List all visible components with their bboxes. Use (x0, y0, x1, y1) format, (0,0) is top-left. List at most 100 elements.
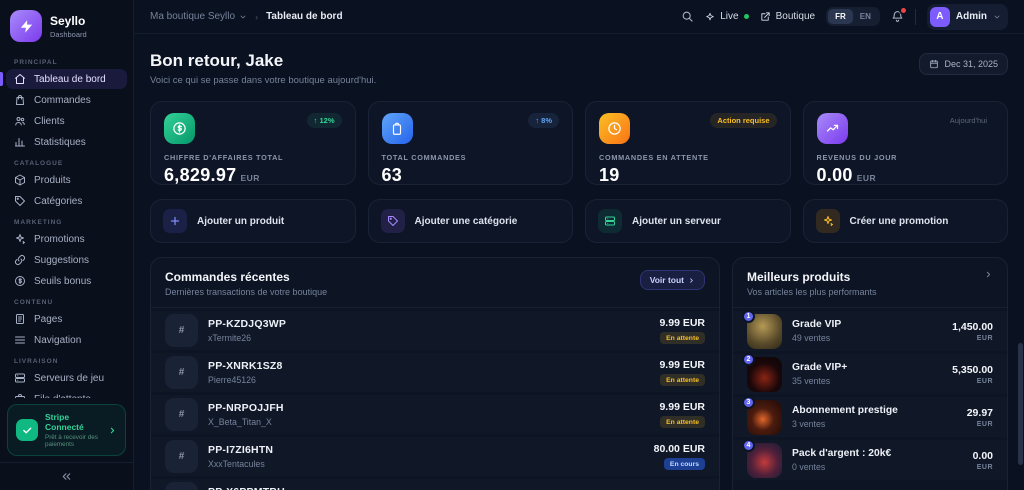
hash-icon: # (165, 314, 198, 347)
calendar-icon (930, 59, 939, 69)
section-label: PRINCIPAL (14, 59, 58, 66)
sidebar-item-label: Clients (34, 115, 65, 127)
sidebar-item-statistiques[interactable]: Statistiques (6, 132, 127, 152)
order-id: PP-X6PPMTBU (208, 486, 285, 490)
stat-label: TOTAL COMMANDES (381, 153, 467, 162)
order-row[interactable]: # PP-KZDJQ3WP xTermite26 9.99 EUR En att… (151, 311, 719, 350)
order-amount: 9.99 EUR (659, 317, 705, 329)
main-area: Ma boutique Seyllo › Tableau de bord Liv… (134, 0, 1024, 490)
product-amount: 0.00 (972, 449, 993, 462)
check-icon (16, 419, 38, 441)
briefcase-icon (15, 394, 25, 398)
chevron-right-icon (690, 277, 693, 283)
order-id: PP-XNRK1SZ8 (208, 360, 283, 372)
stripe-subtitle: Prêt à recevoir des paiements (45, 434, 98, 448)
product-item[interactable]: 2 Grade VIP+ 35 ventes 5,350.00 EUR (733, 352, 1007, 394)
hash-icon: # (165, 440, 198, 473)
sidebar-item-navigation[interactable]: Navigation (6, 330, 127, 350)
product-sales: 0 ventes (792, 462, 826, 472)
stat-card-today-revenue: Aujourd'hui REVENUS DU JOUR 0.00 EUR (802, 101, 1008, 185)
order-row[interactable]: # PP-XNRK1SZ8 Pierre45126 9.99 EUR En at… (151, 353, 719, 392)
order-row[interactable]: # PP-NRPOJJFH X_Beta_Titan_X 9.99 EUR En… (151, 395, 719, 434)
sidebar-item-label: Tableau de bord (34, 73, 106, 85)
product-thumbnail: 2 (742, 352, 782, 392)
sidebar-item-categories[interactable]: Catégories (6, 191, 127, 211)
sidebar-item-label: Serveurs de jeu (34, 372, 105, 384)
shopping-bag-icon (16, 95, 24, 105)
order-customer: XxxTentacules (208, 459, 265, 469)
product-sales: 3 ventes (792, 419, 826, 429)
app-name: Seyllo (50, 13, 86, 28)
section-label: CONTENU (14, 299, 54, 306)
sidebar-item-pages[interactable]: Pages (6, 309, 127, 329)
product-item[interactable]: 3 Abonnement prestige 3 ventes 29.97 EUR (733, 395, 1007, 437)
boutique-button[interactable]: Boutique (760, 11, 815, 22)
sidebar-item-clients[interactable]: Clients (6, 111, 127, 131)
sidebar-item-label: File d'attente (34, 394, 91, 399)
sparkles-icon (16, 234, 25, 245)
product-sales: 49 ventes (792, 333, 831, 343)
hash-icon: # (165, 482, 198, 490)
add-server-button[interactable]: Ajouter un serveur (585, 199, 791, 243)
page-icon (16, 314, 24, 324)
hash-icon: # (165, 398, 198, 431)
sidebar-item-suggestions[interactable]: Suggestions (6, 250, 127, 270)
products-more-button[interactable] (984, 270, 993, 279)
sidebar-item-tableau-de-bord[interactable]: Tableau de bord (0, 69, 127, 89)
sidebar-item-label: Commandes (34, 94, 91, 106)
live-button[interactable]: Live (705, 11, 749, 22)
order-customer: xTermite26 (208, 333, 252, 343)
menu-icon (15, 336, 25, 344)
sidebar-item-produits[interactable]: Produits (6, 170, 127, 190)
sidebar-item-label: Promotions (34, 233, 85, 245)
lang-en-button[interactable]: EN (853, 9, 878, 24)
page-title: Bon retour, Jake (150, 51, 284, 70)
clock-icon (599, 113, 630, 144)
trend-badge: ↑ 12% (306, 113, 342, 128)
notifications-button[interactable] (891, 6, 908, 23)
sidebar-item-serveurs-de-jeu[interactable]: Serveurs de jeu (6, 368, 127, 388)
stat-value: 0.00 (816, 165, 853, 185)
order-customer: Pierre45126 (208, 375, 256, 385)
section-label: CATALOGUE (14, 160, 64, 167)
sidebar-item-label: Pages (34, 313, 63, 325)
view-all-button[interactable]: Voir tout (639, 270, 705, 290)
product-name: Pack d'argent : 20k€ (792, 448, 892, 459)
product-item[interactable]: 4 Pack d'argent : 20k€ 0 ventes 0.00 EUR (733, 438, 1007, 480)
order-amount: 9.99 EUR (659, 401, 705, 413)
sidebar-item-promotions[interactable]: Promotions (6, 229, 127, 249)
order-row[interactable]: # PP-X6PPMTBU lvmay 10.00 EUR (151, 479, 719, 490)
scrollbar-thumb[interactable] (1018, 343, 1023, 465)
add-category-button[interactable]: Ajouter une catégorie (367, 199, 573, 243)
breadcrumb-shop[interactable]: Ma boutique Seyllo (150, 11, 247, 22)
order-row[interactable]: # PP-I7ZI6HTN XxxTentacules 80.00 EUR En… (151, 437, 719, 476)
stripe-status-card[interactable]: Stripe Connecté Prêt à recevoir des paie… (7, 404, 126, 456)
chevron-right-icon (108, 426, 117, 435)
user-menu[interactable]: A Admin (926, 3, 1008, 30)
stat-unit: EUR (240, 173, 260, 183)
sparkles-icon (815, 209, 840, 233)
topbar: Ma boutique Seyllo › Tableau de bord Liv… (134, 0, 1024, 34)
scrollbar[interactable] (1018, 0, 1023, 490)
today-label: Aujourd'hui (949, 116, 987, 125)
server-icon (598, 209, 622, 233)
notification-badge (898, 6, 908, 15)
sidebar-item-commandes[interactable]: Commandes (6, 90, 127, 110)
status-badge: En cours (663, 458, 705, 470)
product-name: Grade VIP+ (792, 362, 848, 373)
search-button[interactable] (681, 10, 694, 23)
stat-label: REVENUS DU JOUR (816, 153, 898, 162)
product-currency: EUR (976, 420, 993, 428)
lang-fr-button[interactable]: FR (828, 9, 853, 24)
product-item[interactable]: 1 Grade VIP 49 ventes 1,450.00 EUR (733, 309, 1007, 351)
add-product-button[interactable]: Ajouter un produit (150, 199, 356, 243)
link-icon (15, 255, 25, 265)
sidebar-item-seuils-bonus[interactable]: Seuils bonus (6, 271, 127, 291)
sidebar-item-file-attente[interactable]: File d'attente (6, 389, 127, 398)
product-currency: EUR (976, 334, 993, 342)
sidebar-collapse-button[interactable] (0, 462, 133, 490)
chevrons-left-icon (62, 473, 71, 480)
create-promotion-button[interactable]: Créer une promotion (802, 199, 1008, 243)
stat-label: CHIFFRE D'AFFAIRES TOTAL (164, 153, 284, 162)
plus-icon (163, 209, 187, 233)
